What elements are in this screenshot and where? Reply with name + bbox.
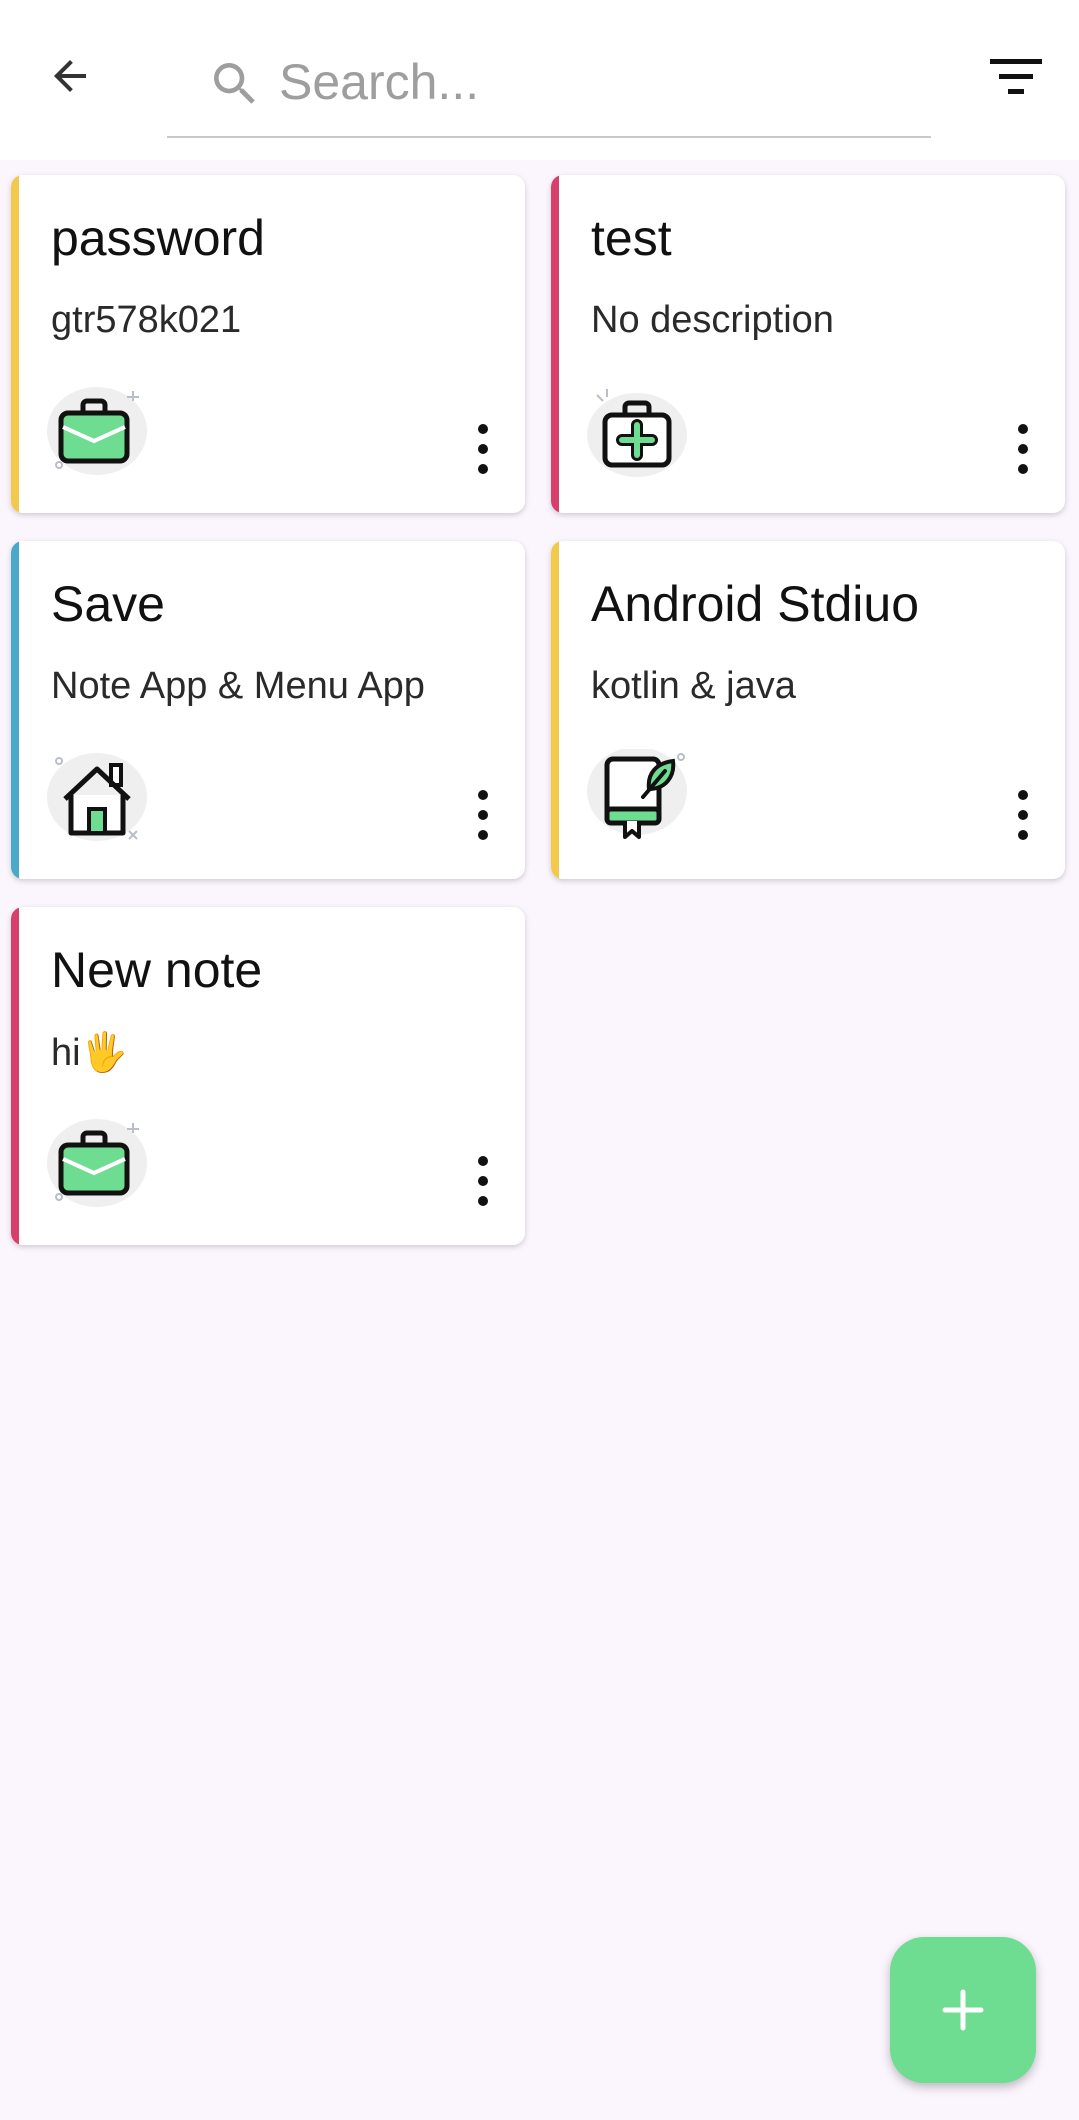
note-description: No description [591, 299, 834, 341]
note-card[interactable]: Android Stdiuo kotlin & java [551, 541, 1065, 879]
card-accent [11, 175, 19, 513]
plus-icon [942, 1989, 984, 2031]
note-card[interactable]: Save Note App & Menu App [11, 541, 525, 879]
more-vert-icon [478, 790, 488, 840]
top-bar [0, 0, 1079, 160]
briefcase-icon [47, 1119, 147, 1207]
more-vert-icon [1018, 424, 1028, 474]
more-options-button[interactable] [463, 783, 503, 847]
back-button[interactable] [40, 46, 100, 106]
card-accent [551, 175, 559, 513]
card-accent [551, 541, 559, 879]
filter-button[interactable] [984, 50, 1048, 104]
note-card[interactable]: New note hi🖐 [11, 907, 525, 1245]
filter-icon [990, 59, 1042, 94]
card-accent [11, 541, 19, 879]
note-description: Note App & Menu App [51, 665, 425, 707]
more-vert-icon [478, 424, 488, 474]
note-description: gtr578k021 [51, 299, 242, 341]
note-card[interactable]: test No description [551, 175, 1065, 513]
arrow-left-icon [54, 60, 86, 92]
first-aid-kit-icon [587, 389, 687, 477]
more-options-button[interactable] [463, 1149, 503, 1213]
more-options-button[interactable] [1003, 783, 1043, 847]
note-description: kotlin & java [591, 665, 796, 707]
briefcase-icon [47, 387, 147, 475]
add-note-button[interactable] [890, 1937, 1036, 2083]
search-input[interactable] [279, 44, 899, 120]
note-card[interactable]: password gtr578k021 [11, 175, 525, 513]
more-vert-icon [1018, 790, 1028, 840]
note-title: New note [51, 942, 263, 998]
more-options-button[interactable] [463, 417, 503, 481]
card-accent [11, 907, 19, 1245]
more-options-button[interactable] [1003, 417, 1043, 481]
note-title: test [591, 210, 672, 266]
search-icon [214, 63, 255, 104]
more-vert-icon [478, 1156, 488, 1206]
house-icon [47, 753, 147, 841]
book-leaf-icon [587, 749, 687, 839]
search-bar [167, 30, 931, 138]
note-title: password [51, 210, 265, 266]
note-title: Save [51, 576, 165, 632]
note-description: hi🖐 [51, 1032, 128, 1074]
note-title: Android Stdiuo [591, 576, 920, 632]
